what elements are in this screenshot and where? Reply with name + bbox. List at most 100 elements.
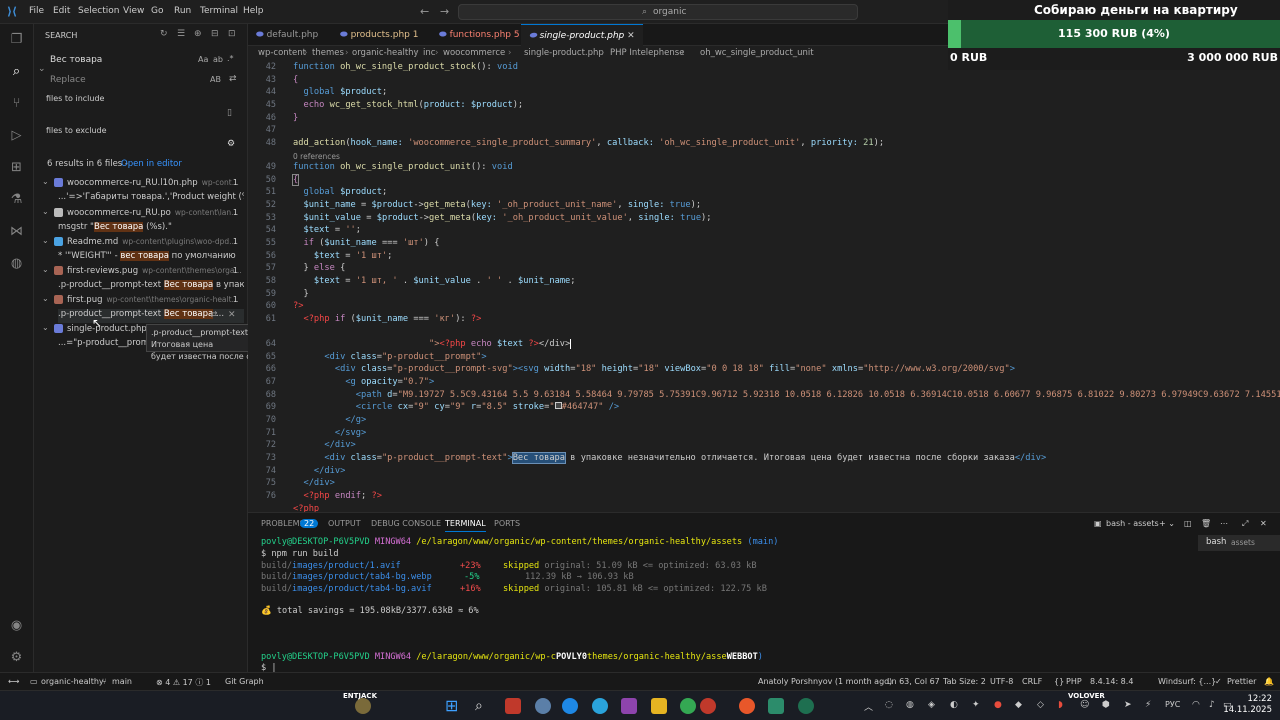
menu-selection[interactable]: Selection bbox=[78, 6, 119, 16]
result-file[interactable]: ⌄ woocommerce-ru_RU.po wp-content\lan... … bbox=[34, 207, 248, 221]
result-file[interactable]: ⌄ Readme.md wp-content\plugins\woo-dpd...… bbox=[34, 236, 248, 250]
whole-word-toggle[interactable]: ab bbox=[213, 55, 223, 64]
result-line[interactable]: ...'=>'Габариты товара.','Product weight… bbox=[58, 192, 244, 206]
menu-terminal[interactable]: Terminal bbox=[200, 6, 238, 16]
breadcrumb-item[interactable]: inc bbox=[423, 48, 435, 58]
toggle-replace-chevron-icon[interactable]: ⌄ bbox=[38, 64, 46, 74]
windsurf-status[interactable]: Windsurf: {...} bbox=[1158, 677, 1216, 686]
preserve-case-toggle[interactable]: AB bbox=[210, 75, 221, 84]
tray-app-icon[interactable]: ◐ bbox=[950, 700, 958, 710]
tab-functions-php[interactable]: ⬬ functions.php 5 bbox=[431, 24, 528, 46]
breadcrumb-item[interactable]: oh_wc_single_product_unit bbox=[700, 48, 814, 58]
app-mascot-icon[interactable] bbox=[535, 698, 551, 714]
result-file[interactable]: ⌄ first.pug wp-content\themes\organic-hea… bbox=[34, 294, 248, 308]
notifications-bell-icon[interactable]: 🔔 bbox=[1264, 677, 1274, 686]
breadcrumb-item[interactable]: PHP Intelephense bbox=[610, 48, 684, 58]
testing-icon[interactable]: ⚗ bbox=[8, 191, 25, 208]
remote-indicator[interactable]: ⟷ bbox=[8, 677, 19, 686]
back-arrow-icon[interactable]: ← bbox=[420, 5, 429, 18]
tab-problems[interactable]: PROBLEMS bbox=[261, 519, 305, 528]
tray-app-icon[interactable]: ◈ bbox=[928, 700, 935, 710]
eol[interactable]: CRLF bbox=[1022, 677, 1042, 686]
terminal-list-item[interactable]: bash assets bbox=[1198, 535, 1280, 551]
mascot-red-icon[interactable] bbox=[700, 698, 716, 714]
regex-toggle-icon[interactable]: .* bbox=[227, 54, 234, 63]
forward-arrow-icon[interactable]: → bbox=[440, 5, 449, 18]
menu-view[interactable]: View bbox=[123, 6, 144, 16]
maximize-panel-icon[interactable]: ⤢ bbox=[1242, 519, 1248, 529]
filezilla-icon[interactable] bbox=[505, 698, 521, 714]
more-actions-icon[interactable]: ⋯ bbox=[1220, 519, 1228, 528]
search-open-editors-icon[interactable]: ▯ bbox=[227, 108, 232, 118]
clear-results-icon[interactable]: ☰ bbox=[177, 29, 185, 39]
discord-icon[interactable]: ◍ bbox=[906, 700, 914, 710]
language-indicator[interactable]: РУС bbox=[1165, 700, 1180, 709]
replace-all-icon[interactable]: ⇄ bbox=[229, 74, 237, 84]
replace-input[interactable]: Replace AB ⇄ bbox=[46, 72, 242, 89]
extensions-icon[interactable]: ⊞ bbox=[8, 159, 25, 176]
source-control-icon[interactable]: ⑂ bbox=[8, 95, 25, 112]
result-line[interactable]: msgstr "Вес товара (%s)." bbox=[58, 222, 244, 236]
tab-products-php[interactable]: ⬬ products.php 1 bbox=[332, 24, 426, 46]
tab-size[interactable]: Tab Size: 2 bbox=[943, 677, 986, 686]
result-file[interactable]: ⌄ first-reviews.pug wp-content\themes\org… bbox=[34, 265, 248, 279]
telegram-icon[interactable] bbox=[592, 698, 608, 714]
open-in-editor-link[interactable]: Open in editor bbox=[121, 159, 182, 169]
split-terminal-icon[interactable]: ◫ bbox=[1184, 519, 1192, 528]
git-branch[interactable]: main bbox=[112, 677, 132, 686]
git-graph-icon[interactable]: ◍ bbox=[8, 255, 25, 272]
obsidian-icon[interactable] bbox=[621, 698, 637, 714]
chrome-icon[interactable] bbox=[680, 698, 696, 714]
edge-icon[interactable] bbox=[562, 698, 578, 714]
start-windows-icon[interactable]: ⊞ bbox=[445, 698, 461, 714]
tab-debug-console[interactable]: DEBUG CONSOLE bbox=[371, 519, 441, 528]
menu-run[interactable]: Run bbox=[174, 6, 191, 16]
new-search-editor-icon[interactable]: ⊕ bbox=[194, 29, 202, 39]
php-version[interactable]: 8.4.14: 8.4 bbox=[1090, 677, 1133, 686]
code-lens-references[interactable]: 0 references bbox=[293, 152, 340, 161]
view-as-tree-icon[interactable]: ⊟ bbox=[211, 29, 219, 39]
settings-gear-icon[interactable]: ⚙ bbox=[8, 649, 25, 666]
search-input[interactable]: Вес товара Aa ab .* bbox=[46, 52, 242, 69]
tab-default-php[interactable]: ⬬ default.php bbox=[248, 24, 326, 46]
terminal-name[interactable]: bash - assets bbox=[1106, 519, 1159, 528]
refresh-icon[interactable]: ↻ bbox=[160, 29, 168, 39]
menu-help[interactable]: Help bbox=[243, 6, 264, 16]
breadcrumb-item[interactable]: wp-content bbox=[258, 48, 306, 58]
remote-icon[interactable]: ⋈ bbox=[8, 223, 25, 240]
match-case-toggle[interactable]: Aa bbox=[198, 55, 208, 64]
sourcetree-icon[interactable] bbox=[768, 698, 784, 714]
search-view-icon[interactable]: ⌕ bbox=[8, 63, 25, 80]
kill-terminal-icon[interactable]: 🗑 bbox=[1201, 519, 1211, 528]
language-mode[interactable]: PHP bbox=[1066, 677, 1082, 686]
tab-terminal[interactable]: TERMINAL bbox=[445, 519, 486, 532]
new-terminal-icon[interactable]: + ⌄ bbox=[1159, 519, 1175, 528]
tray-app-icon[interactable]: ☺ bbox=[1080, 700, 1089, 710]
prettier-status[interactable]: Prettier bbox=[1227, 677, 1256, 686]
tray-app-icon[interactable]: ◇ bbox=[1037, 700, 1044, 710]
tray-app-icon[interactable]: ⚡ bbox=[1145, 700, 1151, 710]
volume-icon[interactable]: ♪ bbox=[1209, 700, 1215, 710]
encoding[interactable]: UTF-8 bbox=[990, 677, 1013, 686]
replace-line-icon[interactable]: ⇄ bbox=[210, 310, 218, 320]
breadcrumb-item[interactable]: organic-healthy bbox=[352, 48, 419, 58]
tray-app-icon[interactable]: ⬢ bbox=[1102, 700, 1110, 710]
hs-app-icon[interactable] bbox=[798, 698, 814, 714]
tray-app-icon[interactable]: ◌ bbox=[885, 700, 893, 710]
dismiss-result-icon[interactable]: ✕ bbox=[228, 310, 236, 320]
account-icon[interactable]: ◉ bbox=[8, 617, 25, 634]
tab-single-product-php[interactable]: ⬬ single-product.php ✕ bbox=[521, 24, 643, 46]
problems-status[interactable]: ⊗ 4 ⚠ 17 ⓘ 1 bbox=[156, 677, 211, 688]
breadcrumb-item[interactable]: woocommerce bbox=[443, 48, 505, 58]
close-tab-icon[interactable]: ✕ bbox=[627, 31, 635, 41]
cursor-position[interactable]: Ln 63, Col 67 bbox=[887, 677, 940, 686]
breadcrumb-item[interactable]: single-product.php bbox=[524, 48, 604, 58]
result-file[interactable]: ⌄ woocommerce-ru_RU.l10n.php wp-cont... 1 bbox=[34, 177, 248, 191]
postman-icon[interactable] bbox=[739, 698, 755, 714]
file-explorer-icon[interactable] bbox=[651, 698, 667, 714]
result-line[interactable]: .p-product__prompt-text Вес товара в упа… bbox=[58, 280, 244, 294]
collapse-all-icon[interactable]: ⊡ bbox=[228, 29, 236, 39]
clock[interactable]: 12:22 14.11.2025 bbox=[1223, 694, 1272, 716]
tray-overflow-icon[interactable]: ︿ bbox=[864, 700, 873, 713]
result-line[interactable]: * '"WEIGHT"' - вес товара по умолчанию bbox=[58, 251, 244, 265]
